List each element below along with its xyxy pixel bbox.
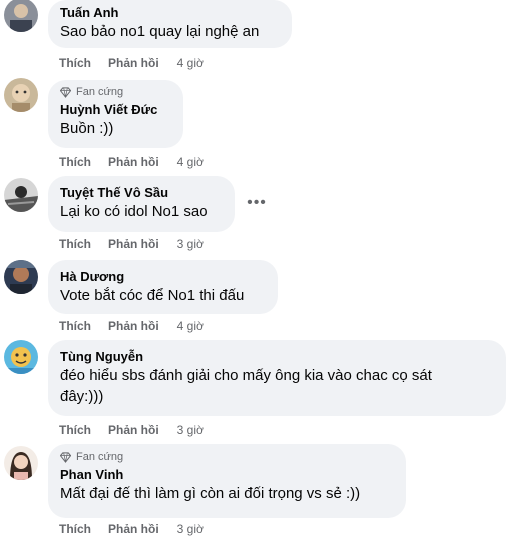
comment-actions: Thích Phản hồi 4 giờ [59, 55, 204, 71]
comment-bubble: Tuyệt Thế Vô Sầu Lại ko có idol No1 sao [48, 176, 235, 232]
like-button[interactable]: Thích [59, 56, 91, 70]
comment-author[interactable]: Tuyệt Thế Vô Sầu [60, 184, 223, 201]
reply-button[interactable]: Phản hồi [108, 522, 159, 536]
avatar[interactable] [4, 340, 38, 374]
fan-badge: Fan cứng [60, 85, 171, 99]
fan-badge-label: Fan cứng [76, 451, 124, 463]
reply-button[interactable]: Phản hồi [108, 56, 159, 70]
like-button[interactable]: Thích [59, 319, 91, 333]
like-button[interactable]: Thích [59, 237, 91, 251]
comment-text: Mất đại đế thì làm gì còn ai đối trọng v… [60, 485, 361, 502]
comment-text: Buồn :)) [60, 120, 114, 137]
like-button[interactable]: Thích [59, 522, 91, 536]
comment-time[interactable]: 3 giờ [177, 237, 204, 251]
reply-button[interactable]: Phản hồi [108, 423, 159, 437]
comment-author[interactable]: Phan Vinh [60, 466, 394, 483]
comment-text: Sao bảo no1 quay lại nghệ an [60, 23, 260, 40]
avatar[interactable] [4, 260, 38, 294]
comment-actions: Thích Phản hồi 3 giờ [59, 236, 204, 252]
fan-badge: Fan cứng [60, 450, 394, 464]
like-button[interactable]: Thích [59, 423, 91, 437]
comment-author[interactable]: Tùng Nguyễn [60, 348, 494, 365]
comment-actions: Thích Phản hồi 4 giờ [59, 318, 204, 334]
comment-time[interactable]: 4 giờ [177, 319, 204, 333]
diamond-icon [60, 451, 71, 463]
comment-bubble: Tùng Nguyễn đéo hiểu sbs đánh giải cho m… [48, 340, 506, 416]
avatar[interactable] [4, 78, 38, 112]
avatar[interactable] [4, 446, 38, 480]
comment-bubble: Tuấn Anh Sao bảo no1 quay lại nghệ an [48, 0, 292, 48]
comment-bubble: Hà Dương Vote bắt cóc để No1 thi đấu [48, 260, 278, 314]
comment-actions: Thích Phản hồi 3 giờ [59, 422, 204, 438]
comment-time[interactable]: 3 giờ [177, 522, 204, 536]
comment-time[interactable]: 4 giờ [177, 155, 204, 169]
diamond-icon [60, 86, 71, 98]
avatar[interactable] [4, 0, 38, 32]
reply-button[interactable]: Phản hồi [108, 237, 159, 251]
comment-actions: Thích Phản hồi 4 giờ [59, 154, 204, 170]
comment-actions: Thích Phản hồi 3 giờ [59, 521, 204, 537]
reply-button[interactable]: Phản hồi [108, 155, 159, 169]
comment-time[interactable]: 3 giờ [177, 423, 204, 437]
comment-time[interactable]: 4 giờ [177, 56, 204, 70]
like-button[interactable]: Thích [59, 155, 91, 169]
comment-bubble: Fan cứng Phan Vinh Mất đại đế thì làm gì… [48, 444, 406, 518]
comment-text: Lại ko có idol No1 sao [60, 203, 208, 220]
comment-author[interactable]: Tuấn Anh [60, 4, 280, 21]
comment-author[interactable]: Hà Dương [60, 268, 266, 285]
avatar[interactable] [4, 178, 38, 212]
comment-bubble: Fan cứng Huỳnh Viết Đức Buồn :)) [48, 80, 183, 148]
comment-text: đéo hiểu sbs đánh giải cho mấy ông kia v… [60, 367, 432, 405]
comment-author[interactable]: Huỳnh Viết Đức [60, 101, 171, 118]
more-options-icon[interactable]: ••• [243, 193, 271, 213]
comment-text: Vote bắt cóc để No1 thi đấu [60, 287, 245, 304]
fan-badge-label: Fan cứng [76, 86, 124, 98]
reply-button[interactable]: Phản hồi [108, 319, 159, 333]
